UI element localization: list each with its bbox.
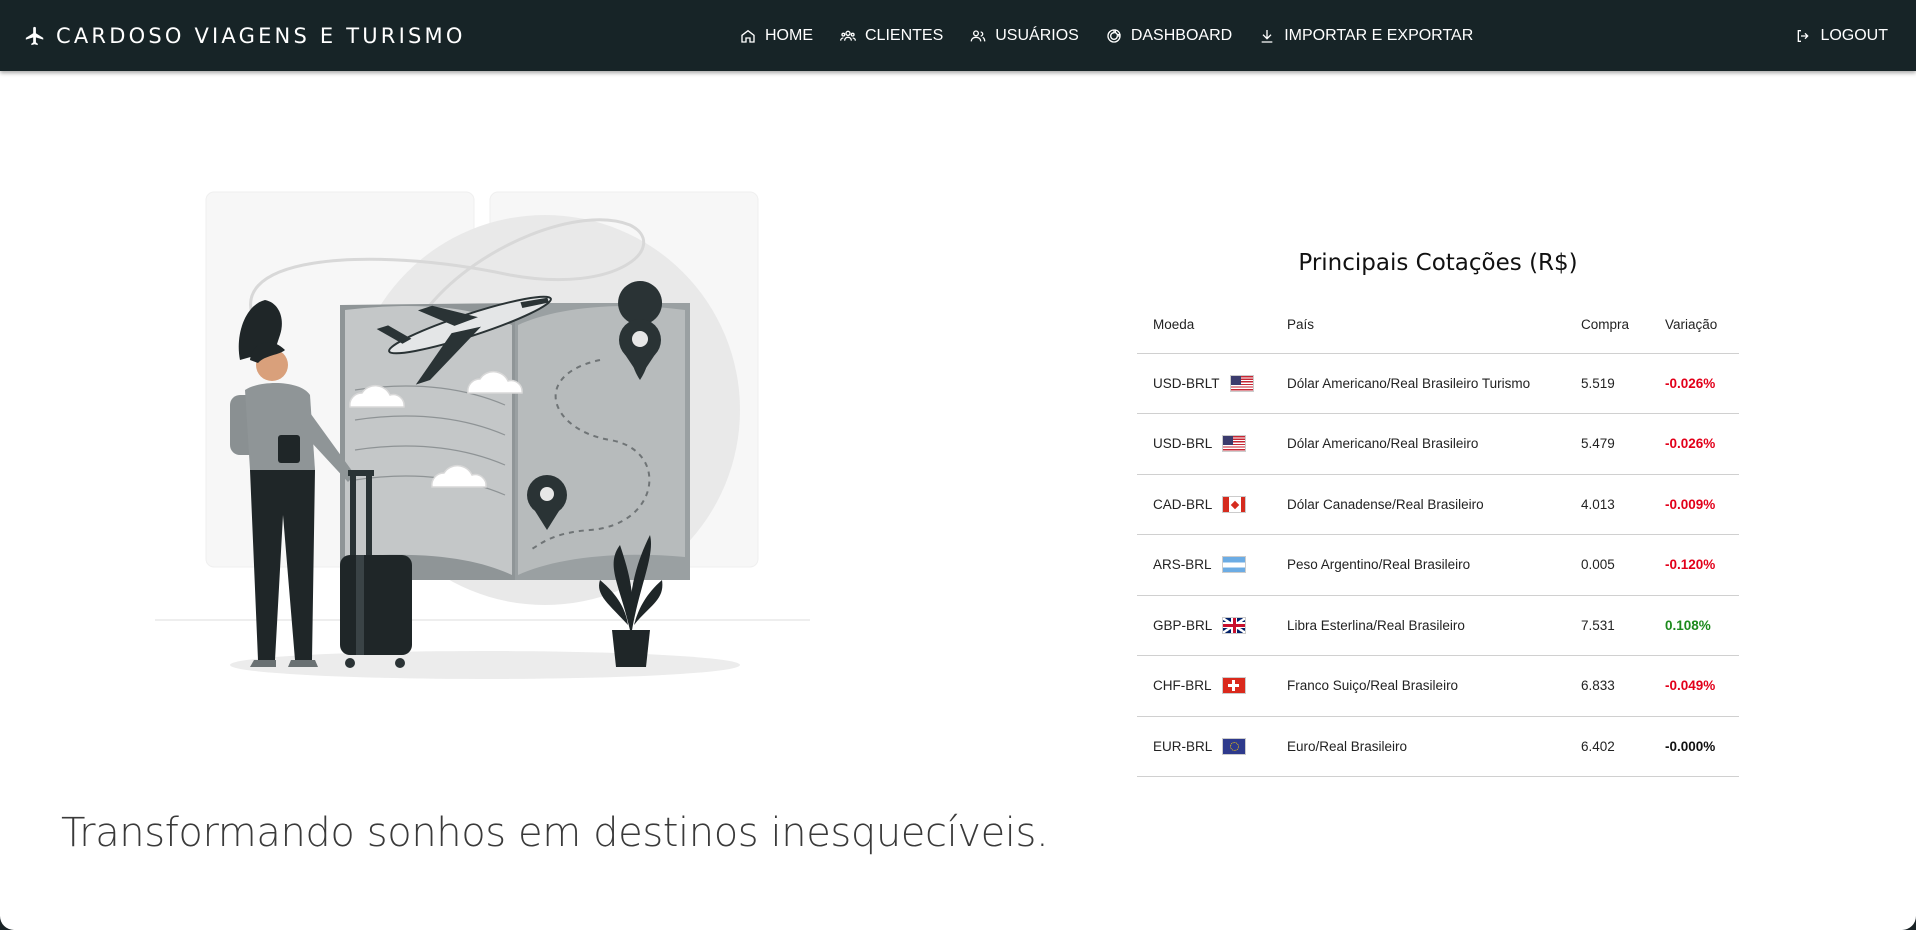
row-compra: 0.005: [1565, 534, 1649, 596]
table-row: ARS-BRL Peso Argentino/Real Brasileiro 0…: [1137, 534, 1739, 596]
logout-icon: [1798, 29, 1810, 42]
logout-button[interactable]: LOGOUT: [1795, 0, 1888, 71]
row-moeda: CAD-BRL: [1153, 496, 1213, 512]
us-flag-icon: [1229, 374, 1254, 392]
table-row: USD-BRL Dólar Americano/Real Brasileiro …: [1137, 413, 1739, 475]
nav-home[interactable]: HOME: [740, 27, 813, 45]
us-flag-icon: [1222, 435, 1247, 453]
nav-dashboard-label: DASHBOARD: [1130, 26, 1233, 44]
row-compra: 5.479: [1565, 413, 1649, 475]
row-compra: 6.833: [1565, 655, 1649, 717]
table-header-row: Moeda País Compra Variação: [1137, 296, 1739, 354]
users-group-icon: [840, 30, 856, 41]
row-variacao: -0.049%: [1649, 655, 1739, 717]
quotes-title: Principais Cotações (R$): [1298, 250, 1578, 276]
page: CARDOSO VIAGENS E TURISMO HOME CLIENTES …: [0, 0, 1916, 930]
row-variacao: 0.108%: [1649, 595, 1739, 656]
row-compra: 6.402: [1565, 716, 1649, 777]
home-icon: [741, 29, 755, 43]
nav-usuarios[interactable]: USUÁRIOS: [970, 27, 1079, 45]
header-variacao: Variação: [1649, 296, 1739, 354]
row-variacao: -0.000%: [1649, 716, 1739, 777]
row-moeda: USD-BRL: [1153, 436, 1213, 452]
row-variacao: -0.026%: [1649, 413, 1739, 475]
row-compra: 5.519: [1565, 353, 1649, 414]
eu-flag-icon: [1222, 737, 1247, 755]
ca-flag-icon: [1222, 495, 1247, 513]
header-compra: Compra: [1565, 296, 1649, 354]
row-moeda: USD-BRLT: [1153, 375, 1220, 391]
row-moeda: GBP-BRL: [1153, 617, 1213, 633]
table-row: CAD-BRL Dólar Canadense/Real Brasileiro …: [1137, 474, 1739, 535]
donut-chart-icon: [1107, 28, 1121, 43]
row-compra: 7.531: [1565, 595, 1649, 656]
nav-clientes-label: CLIENTES: [865, 26, 944, 44]
navbar: CARDOSO VIAGENS E TURISMO HOME CLIENTES …: [0, 0, 1916, 71]
table-row: USD-BRLT Dólar Americano/Real Brasileiro…: [1137, 353, 1739, 414]
row-pais: Libra Esterlina/Real Brasileiro: [1271, 595, 1565, 656]
table-row: CHF-BRL Franco Suiço/Real Brasileiro 6.8…: [1137, 655, 1739, 717]
row-pais: Dólar Americano/Real Brasileiro: [1271, 413, 1565, 475]
gb-flag-icon: [1222, 616, 1247, 634]
travel-illustration: [155, 191, 810, 679]
row-compra: 4.013: [1565, 474, 1649, 535]
tagline: Transformando sonhos em destinos inesque…: [61, 810, 1049, 856]
ch-flag-icon: [1221, 677, 1246, 695]
nav-dashboard[interactable]: DASHBOARD: [1106, 27, 1232, 45]
main-nav: HOME CLIENTES USUÁRIOS DASHBOARD IMPORTA…: [740, 0, 1500, 71]
nav-clientes[interactable]: CLIENTES: [840, 27, 943, 45]
row-variacao: -0.009%: [1649, 474, 1739, 535]
table-row: EUR-BRL Euro/Real Brasileiro 6.402 -0.00…: [1137, 716, 1739, 777]
row-moeda: ARS-BRL: [1153, 557, 1212, 573]
download-icon: [1261, 29, 1273, 43]
row-pais: Euro/Real Brasileiro: [1271, 716, 1565, 777]
nav-importar-label: IMPORTAR E EXPORTAR: [1284, 26, 1474, 44]
nav-home-label: HOME: [765, 26, 813, 44]
logout-label: LOGOUT: [1820, 26, 1888, 44]
airplane-icon: [25, 26, 44, 45]
row-pais: Dólar Canadense/Real Brasileiro: [1271, 474, 1565, 535]
users-icon: [970, 29, 986, 41]
header-moeda: Moeda: [1137, 296, 1271, 354]
row-pais: Dólar Americano/Real Brasileiro Turismo: [1271, 353, 1565, 414]
brand-name: CARDOSO VIAGENS E TURISMO: [56, 23, 466, 48]
table-row: GBP-BRL Libra Esterlina/Real Brasileiro …: [1137, 595, 1739, 656]
row-moeda: EUR-BRL: [1153, 738, 1213, 754]
brand-link[interactable]: CARDOSO VIAGENS E TURISMO: [24, 0, 466, 71]
row-variacao: -0.026%: [1649, 353, 1739, 414]
quotes-panel: Principais Cotações (R$) Moeda País Comp…: [1137, 250, 1739, 777]
nav-importar[interactable]: IMPORTAR E EXPORTAR: [1259, 27, 1473, 45]
nav-usuarios-label: USUÁRIOS: [995, 26, 1079, 44]
header-pais: País: [1271, 296, 1565, 354]
quotes-table: Moeda País Compra Variação USD-BRLT Dóla…: [1137, 296, 1739, 777]
row-variacao: -0.120%: [1649, 534, 1739, 596]
ar-flag-icon: [1221, 556, 1246, 574]
row-moeda: CHF-BRL: [1153, 678, 1212, 694]
row-pais: Peso Argentino/Real Brasileiro: [1271, 534, 1565, 596]
row-pais: Franco Suiço/Real Brasileiro: [1271, 655, 1565, 717]
